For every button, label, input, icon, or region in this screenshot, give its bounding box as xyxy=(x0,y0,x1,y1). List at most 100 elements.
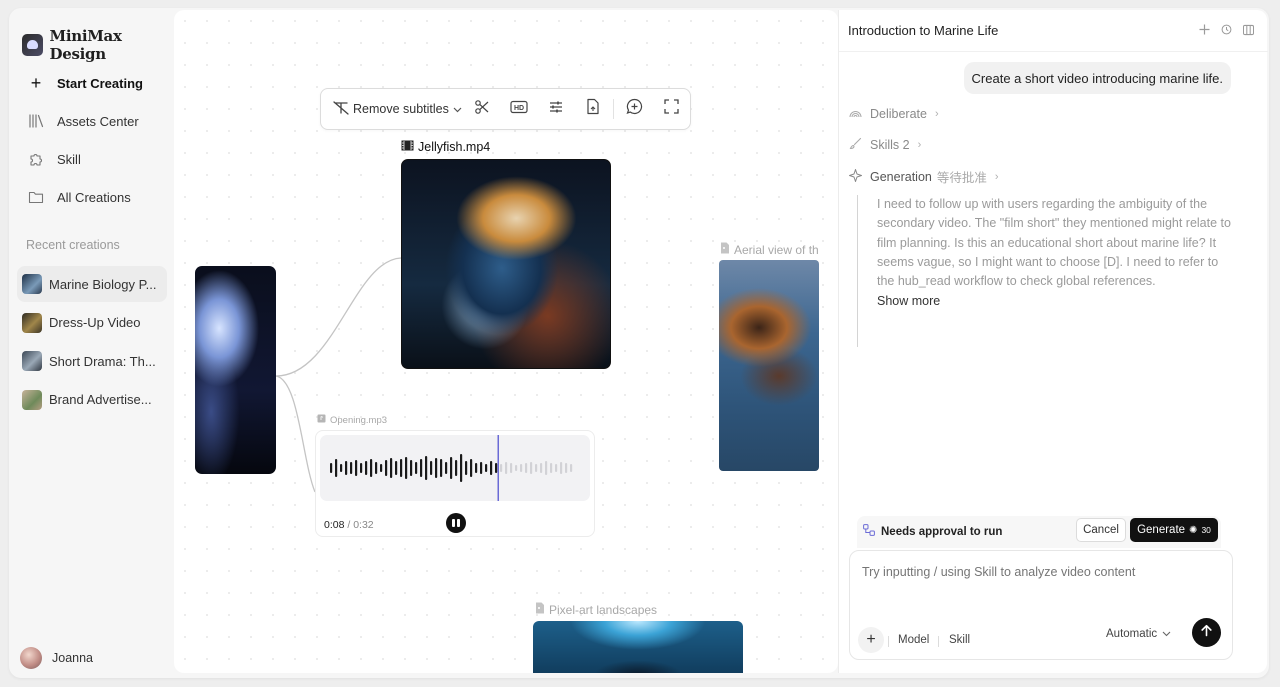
image-card-pixel[interactable] xyxy=(533,621,743,673)
panel-header-actions xyxy=(1199,22,1254,37)
audio-waveform[interactable] xyxy=(320,435,590,501)
signal-icon xyxy=(849,107,862,121)
waveform-bar xyxy=(335,459,338,477)
brush-icon xyxy=(849,137,862,153)
history-icon[interactable] xyxy=(1221,22,1232,37)
waveform-bar xyxy=(365,461,368,475)
new-chat-icon[interactable] xyxy=(1199,22,1210,37)
video-card-left[interactable] xyxy=(195,266,276,474)
waveform-bar xyxy=(485,464,488,472)
cancel-button[interactable]: Cancel xyxy=(1076,518,1126,542)
add-attachment-button[interactable]: + xyxy=(858,627,884,653)
audio-player: 0:08 / 0:32 xyxy=(315,430,595,537)
panel-header: Introduction to Marine Life xyxy=(839,10,1268,52)
waveform-bar xyxy=(385,460,388,476)
sidebar-item-label: Assets Center xyxy=(57,113,139,129)
remove-subtitles-dropdown[interactable]: Remove subtitles xyxy=(333,100,463,118)
waveform-bar xyxy=(530,462,533,474)
app-window: MiniMax Design + Start Creating Assets C… xyxy=(9,8,1269,678)
fullscreen-button[interactable] xyxy=(653,94,690,124)
model-selector[interactable]: Model xyxy=(898,634,929,646)
recent-creations-heading: Recent creations xyxy=(26,238,120,252)
sidebar-item-assets-center[interactable]: Assets Center xyxy=(21,102,166,140)
recent-thumbnail xyxy=(22,389,42,410)
generate-button[interactable]: Generate ✺ 30 xyxy=(1130,518,1218,542)
credit-icon: ✺ xyxy=(1189,524,1198,536)
waveform-bar xyxy=(445,462,448,474)
node-title: Opening.mp3 xyxy=(330,414,388,426)
waveform-bar xyxy=(440,459,443,477)
sidebar-item-skill[interactable]: Skill xyxy=(21,140,166,178)
waveform-bar xyxy=(355,460,358,476)
recent-item[interactable]: Dress-Up Video xyxy=(17,305,167,341)
hd-icon: HD xyxy=(509,100,528,119)
plus-icon: + xyxy=(30,72,42,93)
waveform-bar xyxy=(515,465,518,471)
send-button[interactable] xyxy=(1192,618,1221,647)
recent-item[interactable]: Brand Advertise... xyxy=(17,382,167,418)
image-file-icon xyxy=(535,602,545,617)
add-comment-button[interactable] xyxy=(616,94,653,124)
workflow-icon xyxy=(863,523,875,541)
step-generation[interactable]: Generation 等待批准 › xyxy=(849,167,999,186)
show-more-link[interactable]: Show more xyxy=(877,294,1237,308)
node-label-pixel: Pixel-art landscapes xyxy=(535,602,657,617)
waveform-bar xyxy=(495,463,498,473)
arrow-up-icon xyxy=(1200,624,1213,642)
brand[interactable]: MiniMax Design xyxy=(22,27,174,63)
cut-button[interactable] xyxy=(463,94,500,124)
music-file-icon xyxy=(317,414,326,426)
video-card-jellyfish[interactable] xyxy=(401,159,611,369)
waveform-bar xyxy=(550,463,553,473)
plus-icon: + xyxy=(866,631,876,648)
waveform-bar xyxy=(510,463,513,473)
user-name: Joanna xyxy=(52,651,94,665)
user-profile[interactable]: Joanna xyxy=(20,647,93,669)
replace-file-icon xyxy=(586,98,600,120)
playhead[interactable] xyxy=(497,435,500,501)
step-deliberate[interactable]: Deliberate › xyxy=(849,107,939,121)
brand-name: MiniMax Design xyxy=(49,27,122,63)
approval-label: Needs approval to run xyxy=(881,526,1003,538)
waveform-bar xyxy=(460,454,463,482)
step-label: Skills 2 xyxy=(870,138,910,152)
waveform-bars xyxy=(330,435,573,501)
reasoning-block: I need to follow up with users regarding… xyxy=(857,195,1237,347)
reasoning-text: I need to follow up with users regarding… xyxy=(877,197,1231,289)
chevron-down-icon xyxy=(453,102,462,116)
image-card-aerial[interactable] xyxy=(719,260,819,471)
media-toolbar: Remove subtitles HD xyxy=(320,88,691,130)
replace-file-button[interactable] xyxy=(574,94,611,124)
sidebar-item-all-creations[interactable]: All Creations xyxy=(21,178,166,216)
prompt-input[interactable] xyxy=(862,565,1212,579)
waveform-bar xyxy=(425,456,428,480)
waveform-bar xyxy=(340,464,343,472)
panel-title: Introduction to Marine Life xyxy=(848,23,999,38)
recent-item[interactable]: Marine Biology P... xyxy=(17,266,167,302)
image-file-icon xyxy=(720,242,730,257)
subtitles-off-icon xyxy=(333,100,349,118)
recent-creations-list: Marine Biology P... Dress-Up Video Short… xyxy=(17,266,167,420)
waveform-bar xyxy=(380,464,383,472)
node-title: Pixel-art landscapes xyxy=(549,602,658,617)
skill-selector[interactable]: Skill xyxy=(949,634,970,646)
chevron-right-icon: › xyxy=(917,139,922,151)
adjust-button[interactable] xyxy=(537,94,574,124)
waveform-bar xyxy=(505,462,508,474)
user-message: Create a short video introducing marine … xyxy=(963,62,1231,94)
chevron-right-icon: › xyxy=(934,108,939,120)
sidebar: MiniMax Design + Start Creating Assets C… xyxy=(9,8,174,678)
sparkle-icon xyxy=(849,168,862,185)
canvas[interactable]: Remove subtitles HD Jellyfish.mp4 Openin… xyxy=(174,10,838,673)
recent-thumbnail xyxy=(22,351,42,371)
recent-item[interactable]: Short Drama: Th... xyxy=(17,343,167,379)
hd-button[interactable]: HD xyxy=(500,94,537,124)
waveform-bar xyxy=(570,464,573,472)
waveform-bar xyxy=(525,463,528,473)
mode-dropdown[interactable]: Automatic xyxy=(1106,628,1171,640)
step-skills[interactable]: Skills 2 › xyxy=(849,137,921,153)
pause-button[interactable] xyxy=(446,513,466,533)
waveform-bar xyxy=(480,462,483,474)
panel-layout-icon[interactable] xyxy=(1243,22,1254,37)
sidebar-item-start-creating[interactable]: + Start Creating xyxy=(21,64,166,102)
